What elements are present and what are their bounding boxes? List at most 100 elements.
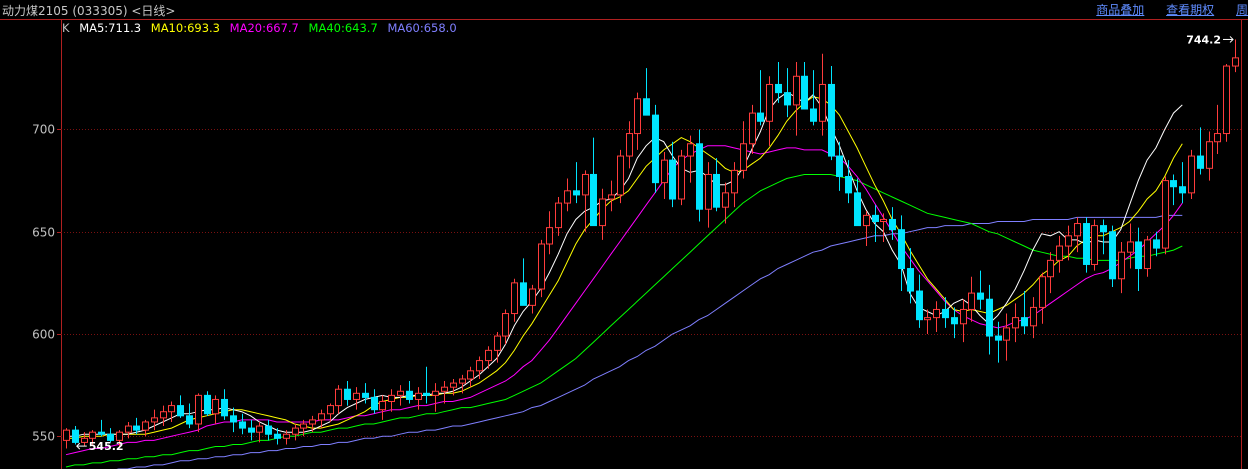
candle-body bbox=[1074, 223, 1081, 237]
candle-body bbox=[1003, 327, 1010, 341]
candle-body bbox=[819, 83, 826, 122]
candle-body bbox=[1135, 241, 1142, 270]
candle-body bbox=[907, 268, 914, 292]
candle-body bbox=[230, 415, 237, 423]
high-price-label: 744.2 bbox=[1186, 33, 1221, 46]
candle-body bbox=[555, 202, 562, 229]
candle-body bbox=[1223, 65, 1230, 135]
candle-body bbox=[863, 214, 870, 227]
candle-body bbox=[142, 421, 149, 431]
ma5-line bbox=[66, 92, 1183, 437]
candle-body bbox=[1021, 317, 1028, 327]
candle-body bbox=[72, 429, 79, 443]
candle-body bbox=[371, 396, 378, 411]
candle-body bbox=[256, 425, 263, 433]
candle-body bbox=[766, 83, 773, 122]
candle-body bbox=[617, 155, 624, 196]
candle-body bbox=[538, 243, 545, 290]
candle-body bbox=[643, 98, 650, 116]
candle-body bbox=[784, 92, 791, 106]
candle-body bbox=[81, 437, 88, 443]
candle-body bbox=[502, 313, 509, 337]
candle-body bbox=[1109, 231, 1116, 280]
candle-body bbox=[177, 405, 184, 417]
candle-body bbox=[450, 382, 457, 388]
candle-body bbox=[986, 298, 993, 337]
candle-body bbox=[441, 386, 448, 392]
candle-body bbox=[1056, 245, 1063, 261]
candle-body bbox=[344, 388, 351, 400]
candle-body bbox=[204, 394, 211, 415]
candle-body bbox=[995, 335, 1002, 341]
candle-body bbox=[678, 155, 685, 200]
candle-body bbox=[89, 431, 96, 439]
candle-body bbox=[687, 143, 694, 157]
candle-body bbox=[590, 173, 597, 227]
candle-body bbox=[212, 398, 219, 415]
candle-body bbox=[353, 392, 360, 400]
candle-body bbox=[942, 308, 949, 319]
candle-body bbox=[1083, 223, 1090, 265]
candle-body bbox=[889, 218, 896, 231]
candle-body bbox=[775, 83, 782, 94]
candle-body bbox=[1232, 57, 1239, 67]
candle-body bbox=[626, 133, 633, 157]
candle-body bbox=[898, 229, 905, 270]
candle-body bbox=[125, 425, 132, 433]
candle-body bbox=[608, 194, 615, 200]
candle-body bbox=[265, 425, 272, 435]
y-tick-label: 550 bbox=[32, 430, 55, 444]
candle-body bbox=[432, 390, 439, 396]
candle-body bbox=[529, 288, 536, 306]
candle-body bbox=[1153, 239, 1160, 249]
candle-body bbox=[151, 417, 158, 423]
candle-body bbox=[801, 75, 808, 110]
candle-body bbox=[845, 176, 852, 194]
candle-body bbox=[63, 429, 70, 441]
candle-body bbox=[520, 282, 527, 306]
candle-body bbox=[388, 394, 395, 403]
candle-body bbox=[696, 143, 703, 210]
candle-body bbox=[951, 317, 958, 325]
candle-body bbox=[1144, 239, 1151, 270]
candle-body bbox=[880, 218, 887, 222]
candle-body bbox=[828, 83, 835, 157]
candle-body bbox=[1118, 251, 1125, 280]
candle-body bbox=[133, 425, 140, 431]
candle-body bbox=[582, 173, 589, 196]
candle-body bbox=[977, 292, 984, 300]
candle-body bbox=[573, 190, 580, 196]
candle-body bbox=[221, 398, 228, 417]
candle-body bbox=[599, 198, 606, 227]
candle-body bbox=[713, 173, 720, 208]
y-tick-label: 650 bbox=[32, 226, 55, 240]
candle-body bbox=[1012, 317, 1019, 329]
candle-body bbox=[652, 114, 659, 184]
candle-body bbox=[98, 431, 105, 435]
candle-body bbox=[494, 335, 501, 351]
candle-body bbox=[731, 169, 738, 194]
candle-body bbox=[924, 317, 931, 321]
candle-body bbox=[1127, 241, 1134, 253]
candle-body bbox=[757, 112, 764, 122]
candle-body bbox=[1214, 133, 1221, 143]
candle-body bbox=[916, 290, 923, 321]
candle-body bbox=[1047, 259, 1054, 278]
candle-body bbox=[749, 112, 756, 145]
candle-body bbox=[933, 308, 940, 319]
candle-body bbox=[239, 421, 246, 429]
candle-body bbox=[1065, 235, 1072, 247]
candle-body bbox=[968, 292, 975, 310]
candle-body bbox=[1188, 155, 1195, 194]
candle-body bbox=[467, 370, 474, 380]
candlestick-chart[interactable]: 550 600 650 700 744.2 545.2 bbox=[0, 0, 1248, 469]
candle-body bbox=[661, 159, 668, 184]
ma10-line bbox=[66, 96, 1183, 439]
candle-body bbox=[722, 192, 729, 208]
candle-body bbox=[318, 413, 325, 421]
candle-body bbox=[248, 427, 255, 433]
candle-body bbox=[274, 433, 281, 439]
candle-body bbox=[1100, 225, 1107, 233]
candle-body bbox=[415, 392, 422, 400]
candle-body bbox=[186, 415, 193, 425]
